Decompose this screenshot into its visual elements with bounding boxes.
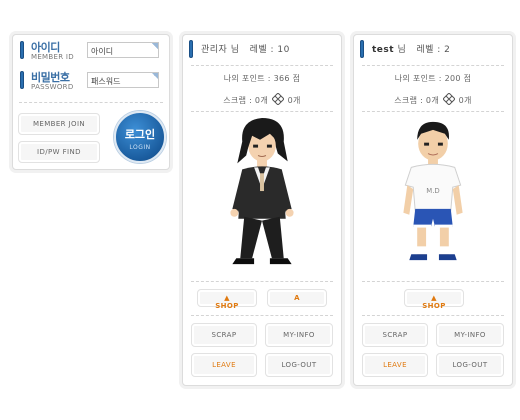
logout-button[interactable]: LOG-OUT <box>265 353 333 377</box>
level-label: 레벨 : 10 <box>249 45 290 55</box>
leave-button[interactable]: LEAVE <box>362 353 428 377</box>
shop-label: ▲ SHOP <box>405 294 463 310</box>
points-line: 나의 포인트 : 366 점 <box>223 74 301 83</box>
avatar-test: M.D <box>403 121 463 261</box>
login-button-sublabel: LOGIN <box>129 144 151 151</box>
extra-label: A <box>294 294 300 302</box>
logout-button-label: LOG-OUT <box>452 361 488 369</box>
honorific: 님 <box>230 45 240 55</box>
scrap-button-label: SCRAP <box>211 331 237 339</box>
level-label: 레벨 : 2 <box>416 45 451 55</box>
scrap-diamond-icon <box>271 93 284 105</box>
card-header: test 님 레벨 : 2 <box>372 42 450 55</box>
user-name: 관리자 <box>201 45 228 55</box>
avatar-admin <box>230 117 294 265</box>
shop-button[interactable]: ▲ SHOP <box>404 289 464 310</box>
divider <box>191 281 333 282</box>
member-join-label: MEMBER JOIN <box>32 120 86 128</box>
scrap-label: 스크랩 : 0개 <box>223 96 268 105</box>
login-button-label: 로그인 <box>124 128 156 141</box>
user-card-test: test 님 레벨 : 2 나의 포인트 : 200 점 스크랩 : 0개 0개… <box>353 34 513 386</box>
divider <box>191 111 333 112</box>
card-header: 관리자 님 레벨 : 10 <box>201 42 290 55</box>
logout-button-label: LOG-OUT <box>281 361 317 369</box>
id-input[interactable]: 아이디 <box>87 42 159 58</box>
shop-arrow-icon: ▲ <box>224 294 230 302</box>
user-name: test <box>372 45 395 55</box>
find-id-pw-button[interactable]: ID/PW FIND <box>18 141 100 163</box>
honorific: 님 <box>397 45 407 55</box>
id-marker-icon <box>20 41 24 59</box>
divider <box>362 65 504 66</box>
login-button[interactable]: 로그인 LOGIN <box>114 111 166 163</box>
divider <box>362 315 504 316</box>
divider <box>19 102 163 103</box>
card-marker-icon <box>189 40 193 58</box>
divider <box>362 111 504 112</box>
find-label: ID/PW FIND <box>37 148 81 156</box>
scrap-diamond-icon <box>442 93 455 105</box>
password-input[interactable]: 패스워드 <box>87 72 159 88</box>
points-line: 나의 포인트 : 200 점 <box>394 74 472 83</box>
scrap-line: 스크랩 : 0개 0개 <box>183 93 341 106</box>
user-card-admin: 관리자 님 레벨 : 10 나의 포인트 : 366 점 스크랩 : 0개 0개 <box>182 34 342 386</box>
logout-button[interactable]: LOG-OUT <box>436 353 504 377</box>
pw-marker-icon <box>20 71 24 89</box>
divider <box>191 65 333 66</box>
my-info-button[interactable]: MY-INFO <box>265 323 333 347</box>
shop-arrow-icon: ▲ <box>431 294 437 302</box>
my-info-button-label: MY-INFO <box>283 331 315 339</box>
leave-button-label: LEAVE <box>383 361 407 369</box>
scrap-count: 0개 <box>458 96 472 105</box>
login-box: 아이디 MEMBER ID 아이디 비밀번호 PASSWORD 패스워드 MEM… <box>12 34 170 170</box>
id-sublabel: MEMBER ID <box>31 53 74 61</box>
card-marker-icon <box>360 40 364 58</box>
scrap-button[interactable]: SCRAP <box>362 323 428 347</box>
shirt-text: M.D <box>426 187 439 195</box>
scrap-line: 스크랩 : 0개 0개 <box>354 93 512 106</box>
shop-label: ▲ SHOP <box>198 294 256 310</box>
divider <box>191 315 333 316</box>
pw-sublabel: PASSWORD <box>31 83 74 91</box>
my-info-button-label: MY-INFO <box>454 331 486 339</box>
leave-button[interactable]: LEAVE <box>191 353 257 377</box>
divider <box>362 281 504 282</box>
extra-button[interactable]: A <box>267 289 327 307</box>
scrap-button[interactable]: SCRAP <box>191 323 257 347</box>
scrap-button-label: SCRAP <box>382 331 408 339</box>
scrap-count: 0개 <box>287 96 301 105</box>
scrap-label: 스크랩 : 0개 <box>394 96 439 105</box>
leave-button-label: LEAVE <box>212 361 236 369</box>
my-info-button[interactable]: MY-INFO <box>436 323 504 347</box>
shop-button[interactable]: ▲ SHOP <box>197 289 257 310</box>
member-join-button[interactable]: MEMBER JOIN <box>18 113 100 135</box>
